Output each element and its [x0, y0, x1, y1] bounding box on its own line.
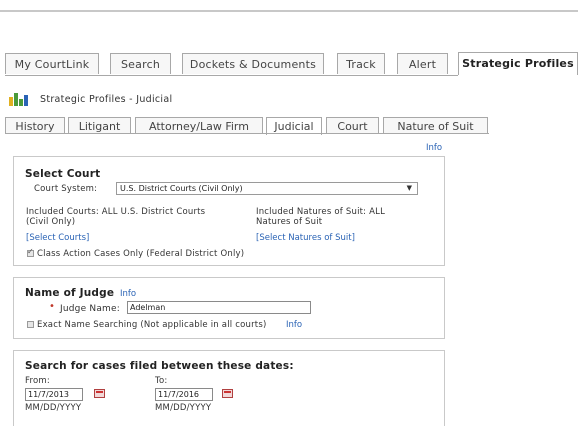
court-system-select[interactable]: U.S. District Courts (Civil Only) ▼	[116, 182, 418, 195]
subtab-litigant[interactable]: Litigant	[68, 117, 131, 134]
included-nature-line1: Included Natures of Suit: ALL	[256, 207, 386, 217]
included-courts-line1: Included Courts: ALL U.S. District Court…	[26, 207, 206, 217]
select-natures-link[interactable]: [Select Natures of Suit]	[256, 233, 355, 243]
to-format-hint: MM/DD/YYYY	[155, 403, 212, 413]
to-date-input[interactable]: 11/7/2016	[155, 388, 213, 401]
judge-name-label: Judge Name:	[60, 304, 120, 314]
judge-name-input[interactable]: Adelman	[127, 301, 311, 314]
tab-search[interactable]: Search	[110, 53, 171, 74]
from-date-input[interactable]: 11/7/2013	[25, 388, 83, 401]
info-link-general[interactable]: Info	[426, 143, 442, 153]
judge-section-title: Name of Judge	[25, 287, 115, 299]
main-tab-underline	[5, 75, 458, 76]
to-label: To:	[155, 376, 168, 386]
tab-strategic-profiles[interactable]: Strategic Profiles	[458, 52, 578, 75]
court-system-value: U.S. District Courts (Civil Only)	[120, 184, 243, 193]
tab-dockets-documents[interactable]: Dockets & Documents	[182, 53, 324, 74]
class-action-label: Class Action Cases Only (Federal Distric…	[37, 249, 245, 259]
subtab-history[interactable]: History	[5, 117, 65, 134]
subtab-underline	[5, 133, 489, 134]
top-divider	[0, 10, 578, 12]
exact-name-checkbox[interactable]	[27, 321, 34, 328]
chevron-down-icon: ▼	[406, 184, 412, 192]
court-system-label: Court System:	[34, 184, 98, 194]
bar-chart-icon	[9, 93, 29, 106]
info-link-exact[interactable]: Info	[286, 320, 302, 330]
class-action-checkbox[interactable]	[27, 247, 34, 257]
tab-my-courtlink[interactable]: My CourtLink	[5, 53, 99, 74]
dates-section-title: Search for cases filed between these dat…	[25, 360, 294, 372]
subtab-court[interactable]: Court	[326, 117, 379, 134]
subtab-nature-of-suit[interactable]: Nature of Suit	[383, 117, 488, 134]
tab-alert[interactable]: Alert	[397, 53, 448, 74]
calendar-icon-to[interactable]	[222, 389, 233, 398]
from-label: From:	[25, 376, 50, 386]
from-format-hint: MM/DD/YYYY	[25, 403, 82, 413]
subtab-attorney-law-firm[interactable]: Attorney/Law Firm	[135, 117, 263, 134]
select-courts-link[interactable]: [Select Courts]	[26, 233, 89, 243]
calendar-icon-from[interactable]	[94, 389, 105, 398]
included-courts-line2: (Civil Only)	[26, 217, 76, 227]
included-nature-line2: Natures of Suit	[256, 217, 323, 227]
exact-name-label: Exact Name Searching (Not applicable in …	[37, 320, 267, 330]
required-asterisk: •	[49, 301, 55, 312]
select-court-title: Select Court	[25, 168, 101, 180]
info-link-judge[interactable]: Info	[120, 289, 136, 299]
tab-track[interactable]: Track	[337, 53, 385, 74]
page-title: Strategic Profiles - Judicial	[40, 94, 173, 105]
